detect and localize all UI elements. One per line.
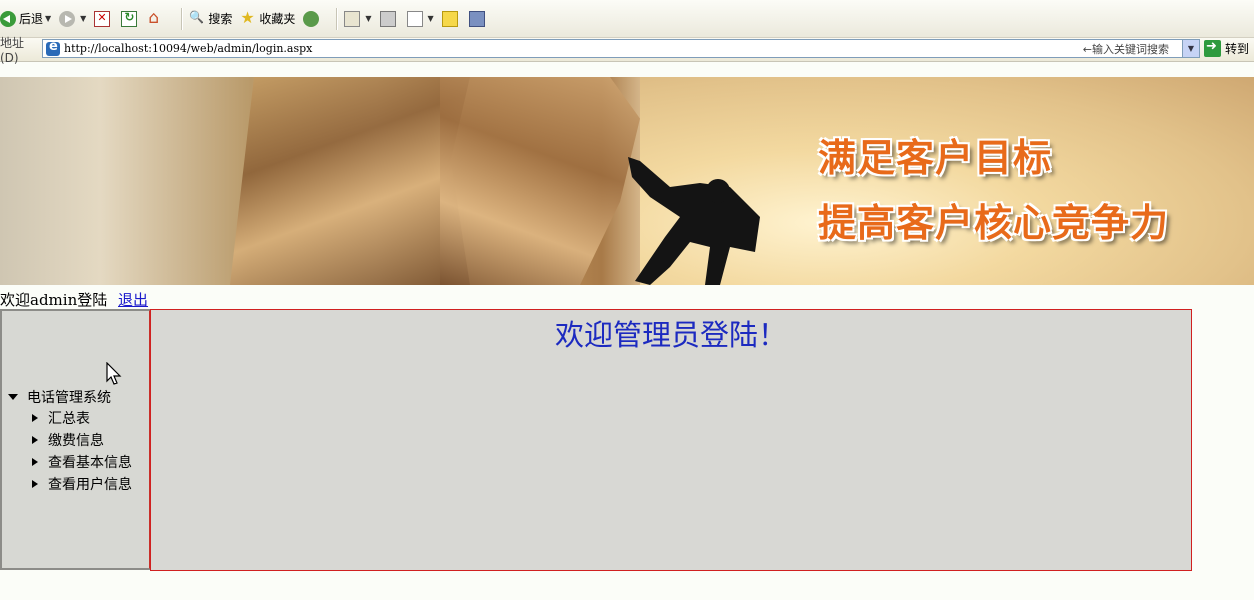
edit-button[interactable]: ▼: [406, 8, 434, 30]
print-icon: [379, 10, 396, 27]
back-button[interactable]: 后退 ▼: [0, 8, 51, 30]
forward-arrow-icon: [59, 10, 76, 27]
toolbar-divider: [336, 7, 339, 30]
back-label: 后退: [19, 12, 44, 26]
search-label: 搜索: [208, 12, 233, 26]
favorites-label: 收藏夹: [259, 12, 296, 26]
tree-item-label: 查看用户信息: [48, 477, 132, 493]
address-dropdown-button[interactable]: ▼: [1182, 40, 1199, 57]
address-url[interactable]: http://localhost:10094/web/admin/login.a…: [64, 42, 312, 55]
notes-icon: [441, 10, 458, 27]
expand-triangle-icon[interactable]: [8, 394, 18, 400]
mail-button[interactable]: ▼: [344, 8, 372, 30]
address-label: 地址(D): [0, 36, 25, 65]
collapsed-triangle-icon: [32, 480, 38, 488]
go-button[interactable]: 转到: [1204, 39, 1250, 57]
media-icon: [303, 10, 320, 27]
notes-button[interactable]: [441, 8, 461, 30]
climber-silhouette: [628, 157, 760, 285]
edit-icon: [406, 10, 423, 27]
page-title: 欢迎管理员登陆！: [554, 318, 787, 352]
banner-slogan-1: 满足客户目标: [818, 136, 1053, 180]
forward-button[interactable]: ▼: [59, 8, 86, 30]
print-button[interactable]: [379, 8, 399, 30]
ie-page-icon: [46, 39, 60, 56]
nav-tree: 电话管理系统 汇总表 缴费信息 查看基本信息 查看用户信息: [8, 387, 132, 495]
tree-item-label: 查看基本信息: [48, 455, 132, 471]
search-icon: [189, 10, 205, 27]
chevron-down-icon[interactable]: ▼: [45, 14, 51, 23]
banner-rock: [230, 77, 470, 285]
nav-frame: 电话管理系统 汇总表 缴费信息 查看基本信息 查看用户信息: [0, 309, 151, 570]
refresh-button[interactable]: [121, 8, 140, 30]
banner-slogan-2: 提高客户核心竞争力: [818, 201, 1170, 245]
collapsed-triangle-icon: [32, 436, 38, 444]
header-banner: 满足客户目标 提高客户核心竞争力: [0, 77, 1254, 285]
main-frame: 欢迎管理员登陆！: [150, 309, 1192, 571]
star-icon: [240, 8, 256, 27]
address-input[interactable]: http://localhost:10094/web/admin/login.a…: [42, 39, 1200, 58]
media-button[interactable]: [303, 8, 322, 30]
home-button[interactable]: [148, 8, 167, 30]
search-button[interactable]: 搜索: [189, 8, 232, 30]
refresh-icon: [121, 10, 138, 27]
tree-item-label: 汇总表: [48, 411, 90, 427]
chevron-down-icon[interactable]: ▼: [428, 14, 434, 23]
tree-item-basic-info[interactable]: 查看基本信息: [32, 451, 132, 473]
mouse-cursor-icon: [106, 362, 122, 385]
tree-root-phone-system[interactable]: 电话管理系统: [8, 387, 132, 407]
tree-item-payment-info[interactable]: 缴费信息: [32, 429, 132, 451]
address-bar: 地址(D) http://localhost:10094/web/admin/l…: [0, 36, 1254, 65]
tree-item-user-info[interactable]: 查看用户信息: [32, 473, 132, 495]
back-arrow-icon: [0, 10, 16, 27]
go-arrow-icon: [1204, 39, 1221, 57]
messenger-icon: [468, 10, 485, 27]
collapsed-triangle-icon: [32, 414, 38, 422]
stop-icon: [94, 10, 111, 27]
tree-item-summary[interactable]: 汇总表: [32, 407, 132, 429]
welcome-text: 欢迎admin登陆: [0, 291, 108, 309]
go-label: 转到: [1225, 42, 1250, 56]
tree-item-label: 缴费信息: [48, 433, 104, 449]
mail-icon: [344, 10, 361, 27]
browser-toolbar: 后退 ▼ ▼ 搜索 收藏夹 ▼ ▼: [0, 0, 1254, 38]
toolbar-divider: [181, 7, 184, 30]
home-icon: [148, 8, 164, 28]
messenger-button[interactable]: [468, 8, 488, 30]
stop-button[interactable]: [94, 8, 113, 30]
chevron-down-icon[interactable]: ▼: [80, 14, 86, 23]
favorites-button[interactable]: 收藏夹: [240, 8, 295, 30]
welcome-line: 欢迎admin登陆 退出: [0, 289, 148, 310]
address-search-hint: ←输入关键词搜索: [1082, 42, 1169, 56]
logout-link[interactable]: 退出: [118, 291, 148, 309]
tree-root-label: 电话管理系统: [27, 390, 111, 406]
chevron-down-icon[interactable]: ▼: [365, 14, 371, 23]
collapsed-triangle-icon: [32, 458, 38, 466]
